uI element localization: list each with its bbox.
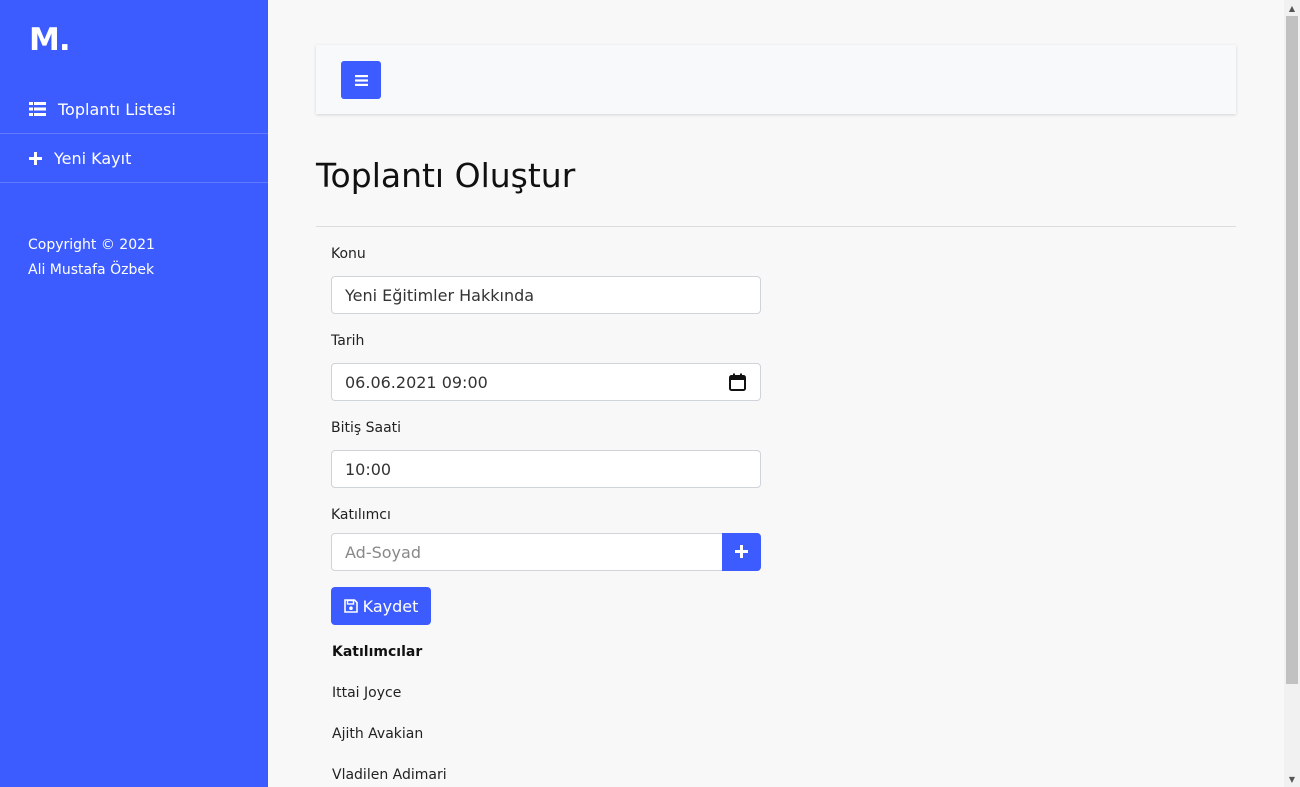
subject-input[interactable]: Yeni Eğitimler Hakkında	[331, 276, 761, 314]
sidebar-nav: Toplantı Listesi Yeni Kayıt	[0, 85, 268, 183]
sidebar-item-label: Toplantı Listesi	[58, 99, 176, 119]
sidebar-footer: Copyright © 2021 Ali Mustafa Özbek	[28, 233, 155, 283]
sidebar-item-new-record[interactable]: Yeni Kayıt	[0, 134, 268, 183]
copyright-text: Copyright © 2021	[28, 237, 155, 253]
vertical-scrollbar[interactable]: ▲ ▼	[1284, 0, 1300, 787]
participant-item: Ittai Joyce	[332, 685, 402, 701]
sidebar: M. Toplantı Listesi Yeni Kayıt Copyright…	[0, 0, 268, 787]
end-time-label: Bitiş Saati	[331, 420, 402, 436]
scroll-up-arrow-icon[interactable]: ▲	[1284, 0, 1300, 16]
add-participant-button[interactable]	[722, 533, 761, 571]
date-input[interactable]: 06.06.2021 09:00	[331, 363, 761, 401]
page-title: Toplantı Oluştur	[316, 156, 576, 195]
subject-label: Konu	[331, 246, 366, 262]
top-navbar	[316, 45, 1236, 114]
sidebar-item-meeting-list[interactable]: Toplantı Listesi	[0, 85, 268, 134]
scrollbar-thumb[interactable]	[1286, 16, 1298, 684]
author-name: Ali Mustafa Özbek	[28, 262, 155, 278]
subject-value: Yeni Eğitimler Hakkında	[345, 285, 535, 305]
calendar-icon[interactable]	[729, 373, 746, 395]
plus-icon	[28, 149, 42, 167]
participants-heading: Katılımcılar	[332, 644, 423, 660]
end-time-input[interactable]: 10:00	[331, 450, 761, 488]
list-icon	[28, 100, 46, 118]
participant-label: Katılımcı	[331, 507, 391, 523]
hamburger-icon	[354, 71, 368, 90]
sidebar-toggle-button[interactable]	[341, 61, 381, 99]
date-label: Tarih	[331, 333, 365, 349]
participant-item: Ajith Avakian	[332, 726, 424, 742]
plus-icon	[735, 543, 748, 562]
date-value: 06.06.2021 09:00	[345, 372, 488, 392]
end-time-value: 10:00	[345, 459, 392, 479]
participant-item: Vladilen Adimari	[332, 767, 447, 783]
participant-input[interactable]	[331, 533, 723, 571]
logo: M.	[29, 22, 71, 58]
save-button-label: Kaydet	[362, 596, 419, 616]
scroll-down-arrow-icon[interactable]: ▼	[1284, 771, 1300, 787]
sidebar-item-label: Yeni Kayıt	[54, 148, 132, 168]
divider	[316, 226, 1236, 227]
floppy-disk-icon	[343, 599, 358, 613]
save-button[interactable]: Kaydet	[331, 587, 431, 625]
